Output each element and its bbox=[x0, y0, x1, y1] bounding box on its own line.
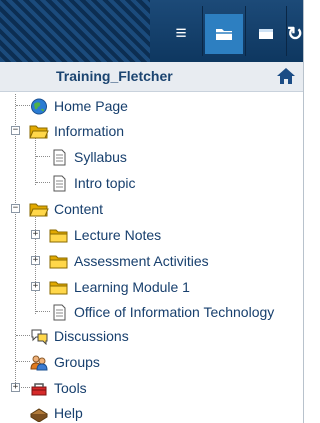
menu-list-button[interactable]: ≡ bbox=[162, 14, 200, 54]
tree-item-learning-module-1[interactable]: Learning Module 1 bbox=[49, 275, 190, 299]
groups-link[interactable]: Groups bbox=[54, 354, 100, 370]
help-book-icon bbox=[30, 407, 48, 422]
course-tree: Home Page − Information Syllabus Intro t… bbox=[0, 93, 303, 423]
globe-icon bbox=[31, 98, 47, 114]
home-icon[interactable] bbox=[276, 67, 296, 85]
toolbox-icon bbox=[31, 382, 47, 395]
collapse-toggle[interactable]: − bbox=[11, 126, 20, 135]
refresh-icon: ↻ bbox=[287, 23, 303, 45]
lecture-notes-link[interactable]: Lecture Notes bbox=[74, 227, 161, 243]
menu-list-icon: ≡ bbox=[175, 23, 187, 44]
tree-item-content[interactable]: Content bbox=[29, 197, 103, 221]
home-page-link[interactable]: Home Page bbox=[54, 98, 128, 114]
course-title[interactable]: Training_Fletcher bbox=[56, 68, 173, 84]
tree-line bbox=[36, 182, 50, 183]
window-icon bbox=[259, 29, 273, 39]
expand-toggle[interactable]: + bbox=[11, 383, 20, 392]
tree-item-discussions[interactable]: Discussions bbox=[29, 324, 129, 348]
learning-module-1-link[interactable]: Learning Module 1 bbox=[74, 279, 190, 295]
window-view-button[interactable] bbox=[247, 14, 285, 54]
course-header: Training_Fletcher bbox=[0, 62, 303, 92]
tree-item-syllabus[interactable]: Syllabus bbox=[49, 145, 127, 169]
document-icon bbox=[53, 175, 66, 191]
tree-item-intro-topic[interactable]: Intro topic bbox=[49, 171, 135, 195]
document-icon bbox=[53, 149, 66, 165]
discussions-link[interactable]: Discussions bbox=[54, 328, 129, 344]
tree-item-groups[interactable]: Groups bbox=[29, 350, 100, 374]
toolbar: ≡ ↻ bbox=[0, 0, 303, 62]
toolbar-separator bbox=[245, 6, 246, 56]
collapse-toggle[interactable]: − bbox=[11, 204, 20, 213]
tree-item-lecture-notes[interactable]: Lecture Notes bbox=[49, 223, 161, 247]
tree-line bbox=[15, 93, 16, 389]
assessment-activities-link[interactable]: Assessment Activities bbox=[74, 253, 209, 269]
folder-icon bbox=[49, 255, 68, 268]
help-link[interactable]: Help bbox=[54, 405, 83, 421]
folder-view-button[interactable] bbox=[205, 14, 243, 54]
folder-icon bbox=[49, 229, 68, 242]
intro-topic-link[interactable]: Intro topic bbox=[74, 175, 135, 191]
document-icon bbox=[53, 304, 66, 320]
course-menu-panel: ≡ ↻ Training_Fletcher Home Page − Inform… bbox=[0, 0, 304, 423]
content-link[interactable]: Content bbox=[54, 201, 103, 217]
tree-item-help[interactable]: Help bbox=[29, 401, 83, 423]
tree-line bbox=[16, 105, 30, 106]
tree-line bbox=[16, 361, 30, 362]
tree-item-office-it[interactable]: Office of Information Technology bbox=[49, 300, 274, 324]
tree-item-home-page[interactable]: Home Page bbox=[29, 94, 128, 118]
toolbar-separator bbox=[202, 6, 203, 56]
folder-icon bbox=[49, 281, 68, 294]
expand-toggle[interactable]: + bbox=[31, 256, 40, 265]
toolbar-pattern bbox=[0, 0, 150, 62]
tree-line bbox=[36, 311, 50, 312]
tree-line bbox=[16, 335, 30, 336]
refresh-button[interactable]: ↻ bbox=[286, 14, 303, 54]
folder-icon bbox=[216, 29, 232, 40]
expand-toggle[interactable]: + bbox=[31, 230, 40, 239]
open-folder-icon bbox=[29, 203, 49, 216]
tree-item-assessment-activities[interactable]: Assessment Activities bbox=[49, 249, 209, 273]
tree-line bbox=[35, 138, 36, 185]
groups-icon bbox=[30, 355, 48, 370]
information-link[interactable]: Information bbox=[54, 123, 124, 139]
discussion-icon bbox=[31, 329, 48, 345]
tools-link[interactable]: Tools bbox=[54, 380, 87, 396]
tree-item-tools[interactable]: Tools bbox=[29, 376, 87, 400]
expand-toggle[interactable]: + bbox=[31, 282, 40, 291]
tree-line bbox=[36, 156, 50, 157]
tree-item-information[interactable]: Information bbox=[29, 119, 124, 143]
syllabus-link[interactable]: Syllabus bbox=[74, 149, 127, 165]
office-it-link[interactable]: Office of Information Technology bbox=[74, 304, 274, 320]
open-folder-icon bbox=[29, 125, 49, 138]
